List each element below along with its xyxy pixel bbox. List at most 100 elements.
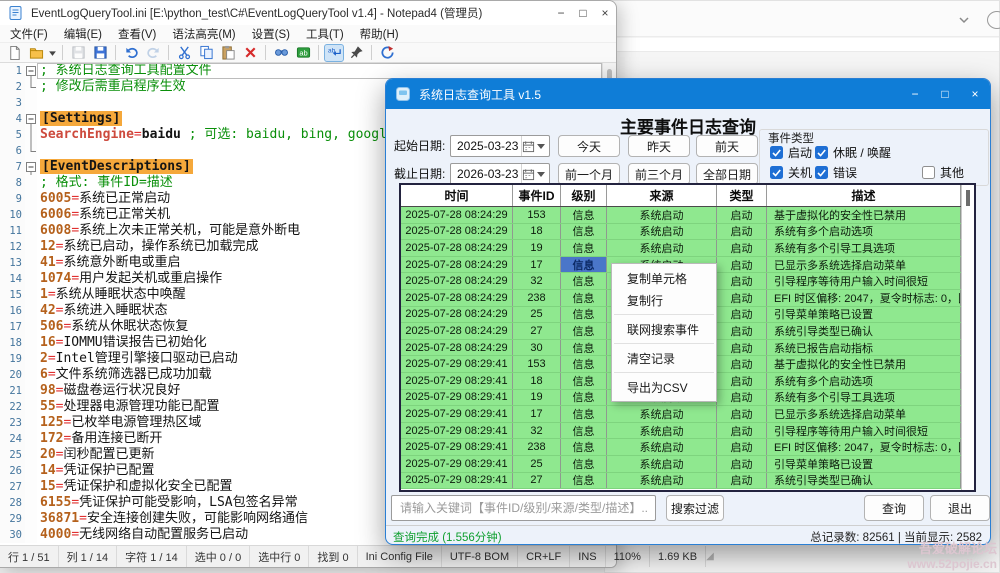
table-cell[interactable]: 238: [513, 290, 561, 306]
table-row[interactable]: 2025-07-28 08:24:2919信息系统启动启动系统有多个引导工具选项: [401, 240, 961, 257]
table-cell[interactable]: 系统启动: [607, 240, 717, 256]
statusbar-segment[interactable]: 找到 0: [309, 546, 357, 567]
menu-item[interactable]: 工具(T): [298, 26, 352, 42]
table-cell[interactable]: 启动: [717, 373, 767, 389]
quick-range-button[interactable]: 全部日期: [696, 163, 758, 185]
table-cell[interactable]: 2025-07-29 08:29:41: [401, 406, 513, 422]
table-cell[interactable]: 信息: [561, 207, 607, 223]
context-menu-item[interactable]: 导出为CSV: [612, 376, 716, 398]
exit-button[interactable]: 退出: [930, 495, 990, 521]
table-cell[interactable]: 启动: [717, 224, 767, 240]
editor-line[interactable]: 1; 系统日志查询工具配置文件: [0, 63, 602, 79]
table-row[interactable]: 2025-07-28 08:24:2918信息系统启动启动系统有多个启动选项: [401, 224, 961, 241]
dialog-titlebar[interactable]: 系统日志查询工具 v1.5 − □ ×: [386, 79, 990, 109]
event-type-checkbox[interactable]: 其他: [922, 164, 964, 181]
table-cell[interactable]: 信息: [561, 473, 607, 489]
menu-item[interactable]: 查看(V): [110, 26, 164, 42]
table-cell[interactable]: 17: [513, 257, 561, 273]
fold-marker[interactable]: [25, 143, 37, 159]
table-cell[interactable]: 启动: [717, 207, 767, 223]
table-cell[interactable]: 信息: [561, 423, 607, 439]
table-cell[interactable]: 25: [513, 307, 561, 323]
menu-item[interactable]: 编辑(E): [56, 26, 110, 42]
dialog-maximize-button[interactable]: □: [930, 79, 960, 109]
table-cell[interactable]: 2025-07-28 08:24:29: [401, 257, 513, 273]
table-cell[interactable]: 信息: [561, 356, 607, 372]
table-cell[interactable]: 系统启动: [607, 456, 717, 472]
table-cell[interactable]: 系统启动: [607, 207, 717, 223]
save-icon[interactable]: [68, 44, 88, 62]
quick-date-button[interactable]: 今天: [558, 135, 620, 157]
paste-icon[interactable]: [218, 44, 238, 62]
table-cell[interactable]: 153: [513, 207, 561, 223]
quick-date-button[interactable]: 前天: [696, 135, 758, 157]
table-cell[interactable]: 2025-07-29 08:29:41: [401, 439, 513, 455]
table-cell[interactable]: 27: [513, 323, 561, 339]
table-row[interactable]: 2025-07-29 08:29:4125信息系统启动启动引导菜单策略已设置: [401, 456, 961, 473]
open-dropdown-caret[interactable]: [48, 44, 57, 62]
table-cell[interactable]: 引导菜单策略已设置: [767, 456, 961, 472]
table-cell[interactable]: 信息: [561, 406, 607, 422]
table-cell[interactable]: 启动: [717, 307, 767, 323]
undo-icon[interactable]: [121, 44, 141, 62]
statusbar-segment[interactable]: 选中 0 / 0: [187, 546, 250, 567]
statusbar-segment[interactable]: 列 1 / 14: [59, 546, 118, 567]
table-cell[interactable]: 系统已报告启动指标: [767, 340, 961, 356]
table-cell[interactable]: 信息: [561, 373, 607, 389]
context-menu-item[interactable]: 清空记录: [612, 347, 716, 369]
table-row[interactable]: 2025-07-28 08:24:29153信息系统启动启动基于虚拟化的安全性已…: [401, 207, 961, 224]
table-cell[interactable]: 启动: [717, 406, 767, 422]
statusbar-segment[interactable]: INS: [570, 546, 605, 567]
table-row[interactable]: 2025-07-29 08:29:4117信息系统启动启动已显示多系统选择启动菜…: [401, 406, 961, 423]
context-menu-item[interactable]: 联网搜索事件: [612, 318, 716, 340]
table-cell[interactable]: 2025-07-28 08:24:29: [401, 207, 513, 223]
table-cell[interactable]: EFI 时区偏移: 2047，夏令时标志: 0，固件...: [767, 439, 961, 455]
context-menu-item[interactable]: 复制单元格: [612, 267, 716, 289]
menu-item[interactable]: 语法高亮(M): [164, 26, 243, 42]
statusbar-segment[interactable]: Ini Config File: [358, 546, 442, 567]
table-cell[interactable]: 25: [513, 456, 561, 472]
chevron-down-icon[interactable]: [957, 13, 971, 27]
table-cell[interactable]: 启动: [717, 257, 767, 273]
event-type-checkbox[interactable]: 休眠 / 唤醒: [815, 144, 891, 161]
table-cell[interactable]: 启动: [717, 423, 767, 439]
new-file-icon[interactable]: [4, 44, 24, 62]
table-scrollbar-thumb[interactable]: [966, 190, 970, 206]
table-scrollbar[interactable]: [961, 185, 974, 490]
table-cell[interactable]: 已显示多系统选择启动菜单: [767, 257, 961, 273]
calendar-icon[interactable]: [521, 164, 549, 184]
statusbar-segment[interactable]: 110%: [606, 546, 650, 567]
table-cell[interactable]: 30: [513, 340, 561, 356]
table-cell[interactable]: 2025-07-29 08:29:41: [401, 390, 513, 406]
table-cell[interactable]: 系统引导类型已确认: [767, 323, 961, 339]
cut-icon[interactable]: [174, 44, 194, 62]
replace-icon[interactable]: ab: [293, 44, 313, 62]
event-type-checkbox[interactable]: 关机: [770, 164, 812, 181]
statusbar-segment[interactable]: 1.69 KB: [650, 546, 706, 567]
table-cell[interactable]: 2025-07-29 08:29:41: [401, 356, 513, 372]
table-cell[interactable]: 32: [513, 273, 561, 289]
statusbar-segment[interactable]: 选中行 0: [250, 546, 309, 567]
table-row[interactable]: 2025-07-29 08:29:4132信息系统启动启动引导程序等待用户输入时…: [401, 423, 961, 440]
quick-date-button[interactable]: 昨天: [628, 135, 690, 157]
table-cell[interactable]: 2025-07-29 08:29:41: [401, 473, 513, 489]
notepad-titlebar[interactable]: EventLogQueryTool.ini [E:\python_test\C#…: [0, 1, 616, 25]
column-header[interactable]: 时间: [401, 185, 513, 206]
delete-icon[interactable]: [240, 44, 260, 62]
column-header[interactable]: 描述: [767, 185, 961, 206]
table-cell[interactable]: 信息: [561, 340, 607, 356]
table-cell[interactable]: 启动: [717, 390, 767, 406]
table-cell[interactable]: 系统启动: [607, 439, 717, 455]
quick-range-button[interactable]: 前三个月: [628, 163, 690, 185]
fold-marker[interactable]: [25, 159, 37, 175]
table-cell[interactable]: 启动: [717, 290, 767, 306]
statusbar-segment[interactable]: CR+LF: [518, 546, 570, 567]
find-icon[interactable]: [271, 44, 291, 62]
table-cell[interactable]: 系统有多个引导工具选项: [767, 240, 961, 256]
column-header[interactable]: 级别: [561, 185, 607, 206]
reload-icon[interactable]: [377, 44, 397, 62]
table-cell[interactable]: 引导程序等待用户输入时间很短: [767, 423, 961, 439]
table-row[interactable]: 2025-07-29 08:29:41238信息系统启动启动EFI 时区偏移: …: [401, 439, 961, 456]
table-cell[interactable]: 信息: [561, 257, 607, 273]
table-cell[interactable]: 2025-07-28 08:24:29: [401, 240, 513, 256]
